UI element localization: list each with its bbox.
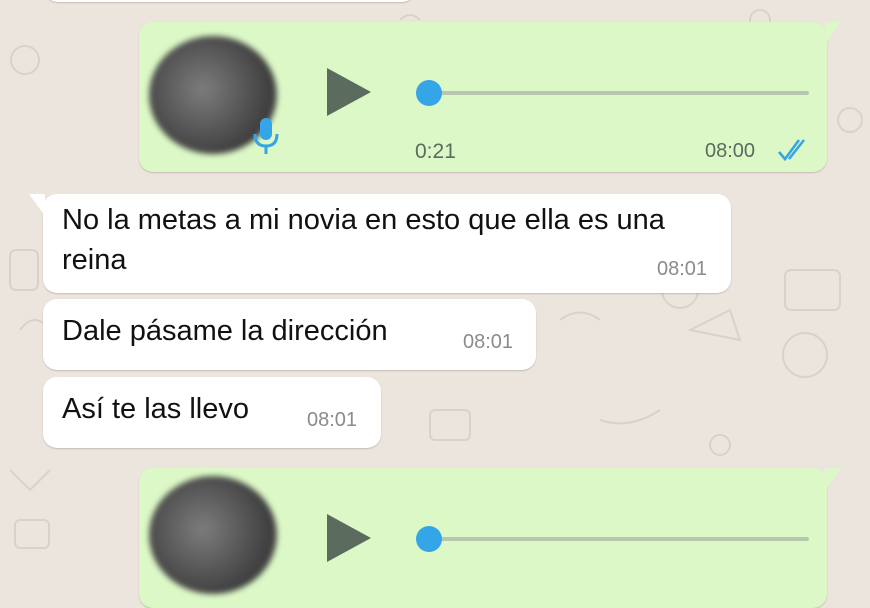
audio-progress-track[interactable] — [429, 91, 809, 95]
microphone-icon — [253, 118, 279, 154]
incoming-message: No la metas a mi novia en esto que ella … — [29, 194, 731, 293]
message-time: 08:00 — [705, 140, 756, 162]
previous-message-bubble-edge — [44, 0, 416, 2]
double-check-icon — [778, 139, 806, 162]
bubble-tail — [29, 194, 45, 216]
audio-progress-track[interactable] — [429, 537, 809, 541]
sender-avatar — [149, 476, 277, 594]
audio-progress-knob[interactable] — [416, 526, 442, 552]
incoming-message: Así te las llevo 08:01 — [43, 377, 381, 448]
audio-progress-knob[interactable] — [416, 80, 442, 106]
message-text: Así te las llevo — [62, 393, 249, 425]
message-time: 08:01 — [463, 331, 514, 353]
bubble-tail — [825, 22, 841, 44]
play-icon[interactable] — [327, 514, 371, 562]
play-icon[interactable] — [327, 68, 371, 116]
incoming-message: Dale pásame la dirección 08:01 — [43, 299, 536, 370]
message-time: 08:01 — [307, 409, 358, 431]
bubble-tail — [825, 468, 841, 490]
message-text: Dale pásame la dirección — [62, 315, 388, 347]
voice-note-bubble — [139, 468, 841, 608]
voice-note-duration: 0:21 — [415, 140, 456, 163]
message-text: No la metas a mi novia en esto que ella … — [62, 204, 665, 276]
message-time: 08:01 — [657, 258, 708, 280]
voice-note-bubble: 0:21 08:00 — [139, 22, 841, 172]
